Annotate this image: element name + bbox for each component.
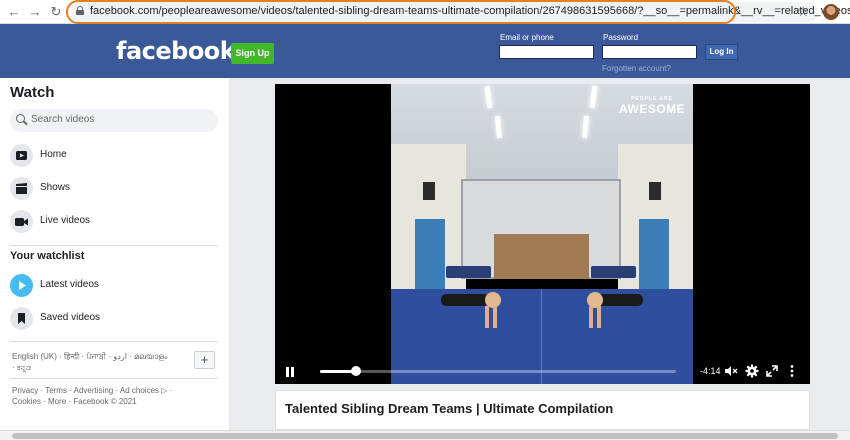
speaker bbox=[423, 182, 435, 200]
back-arrow-icon[interactable]: ← bbox=[6, 4, 22, 20]
sidebar-item-label: Shows bbox=[40, 182, 71, 193]
page-title: Watch bbox=[10, 84, 55, 101]
sidebar-item-home[interactable]: Home bbox=[10, 144, 220, 168]
speaker bbox=[649, 182, 661, 200]
settings-gear-icon[interactable] bbox=[745, 364, 759, 378]
video-frame: PEOPLE ARE AWESOME bbox=[391, 84, 693, 384]
progress-bar[interactable] bbox=[320, 366, 676, 376]
forgotten-account-link[interactable]: Forgotten account? bbox=[602, 64, 671, 73]
search-input[interactable]: Search videos bbox=[10, 109, 218, 132]
divider bbox=[10, 245, 218, 246]
search-icon bbox=[16, 114, 28, 126]
footer-links[interactable]: Privacy · Terms · Advertising · Ad choic… bbox=[12, 385, 202, 407]
mute-icon[interactable] bbox=[724, 364, 738, 378]
sidebar-item-latest-videos[interactable]: Latest videos bbox=[10, 274, 220, 298]
back-door bbox=[494, 234, 589, 279]
arm bbox=[589, 306, 593, 328]
sidebar-item-label: Saved videos bbox=[40, 312, 101, 323]
facebook-header: facebook Sign Up Email or phone Password… bbox=[0, 24, 850, 78]
play-screen-icon bbox=[10, 144, 33, 167]
time-remaining: -4:14 bbox=[700, 366, 721, 376]
sidebar-item-label: Latest videos bbox=[40, 279, 99, 290]
pause-icon[interactable] bbox=[286, 367, 294, 377]
bench bbox=[591, 266, 636, 278]
bookmark-icon bbox=[10, 307, 33, 330]
password-field[interactable] bbox=[602, 45, 697, 59]
sign-up-button[interactable]: Sign Up bbox=[231, 43, 274, 64]
browser-toolbar: ← → ↻ facebook.com/peopleareawesome/vide… bbox=[0, 0, 850, 24]
sidebar-item-label: Live videos bbox=[40, 215, 91, 226]
sidebar-item-label: Home bbox=[40, 149, 67, 160]
sidebar-item-live-videos[interactable]: Live videos bbox=[10, 210, 220, 234]
profile-avatar[interactable] bbox=[823, 4, 839, 20]
video-info-card: Talented Sibling Dream Teams | Ultimate … bbox=[275, 390, 810, 430]
email-field[interactable] bbox=[499, 45, 594, 59]
password-label: Password bbox=[603, 33, 639, 42]
blue-panel bbox=[639, 219, 669, 299]
blue-panel bbox=[415, 219, 445, 299]
bookmark-star-icon[interactable]: ☆ bbox=[797, 3, 810, 19]
progress-handle[interactable] bbox=[350, 366, 361, 376]
divider bbox=[10, 378, 218, 379]
search-placeholder: Search videos bbox=[31, 114, 95, 125]
video-watermark: PEOPLE ARE AWESOME bbox=[619, 96, 685, 116]
log-in-button[interactable]: Log In bbox=[705, 44, 738, 60]
sidebar-item-saved-videos[interactable]: Saved videos bbox=[10, 307, 220, 331]
live-camera-icon bbox=[10, 210, 33, 233]
arm bbox=[493, 306, 497, 328]
bench bbox=[446, 266, 491, 278]
add-language-button[interactable]: + bbox=[194, 351, 215, 369]
email-label: Email or phone bbox=[500, 33, 554, 42]
player-controls: -4:14 bbox=[275, 360, 810, 384]
video-title: Talented Sibling Dream Teams | Ultimate … bbox=[285, 401, 614, 416]
play-circle-icon bbox=[10, 274, 33, 297]
torso bbox=[441, 294, 489, 306]
forward-arrow-icon[interactable]: → bbox=[27, 4, 43, 20]
watermark-text: AWESOME bbox=[619, 102, 686, 116]
horizontal-scrollbar[interactable] bbox=[0, 430, 850, 440]
fullscreen-icon[interactable] bbox=[765, 364, 779, 378]
scrollbar-thumb[interactable] bbox=[12, 433, 838, 439]
language-links[interactable]: English (UK) · हिन्दी · ਪੰਜਾਬੀ · اردو · … bbox=[12, 351, 172, 373]
divider bbox=[10, 341, 218, 342]
sidebar-item-shows[interactable]: Shows bbox=[10, 177, 220, 201]
clapperboard-icon bbox=[10, 177, 33, 200]
arm bbox=[485, 306, 489, 328]
arm bbox=[597, 306, 601, 328]
watchlist-heading: Your watchlist bbox=[10, 250, 85, 262]
reload-icon[interactable]: ↻ bbox=[48, 4, 64, 20]
video-player[interactable]: PEOPLE ARE AWESOME -4:14 bbox=[275, 84, 810, 384]
more-options-icon[interactable] bbox=[785, 364, 799, 378]
watch-sidebar: Watch Search videos Home Shows Live vide… bbox=[0, 78, 229, 430]
facebook-logo[interactable]: facebook bbox=[116, 37, 236, 65]
url-highlight-circle bbox=[66, 0, 736, 24]
